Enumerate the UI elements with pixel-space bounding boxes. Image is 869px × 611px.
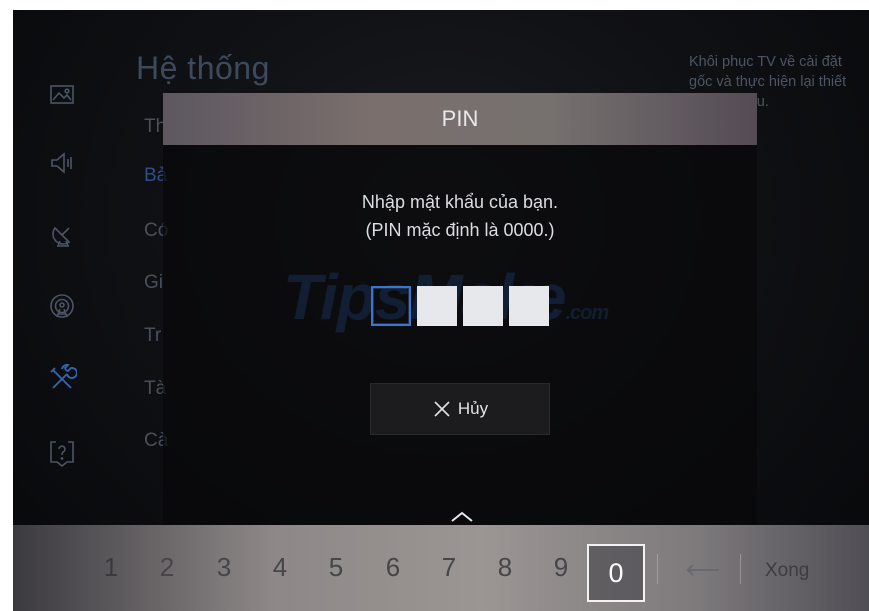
tools-icon bbox=[47, 364, 77, 394]
key-1[interactable]: 1 bbox=[91, 552, 131, 583]
pin-digit-1[interactable] bbox=[371, 286, 411, 326]
support-icon bbox=[47, 438, 77, 468]
key-9[interactable]: 9 bbox=[541, 552, 581, 583]
cancel-label: Hủy bbox=[457, 399, 489, 418]
key-7[interactable]: 7 bbox=[429, 552, 469, 583]
pin-digit-4[interactable] bbox=[509, 286, 549, 326]
keypad-divider bbox=[740, 554, 741, 584]
pin-digit-3[interactable] bbox=[463, 286, 503, 326]
key-4[interactable]: 4 bbox=[260, 552, 300, 583]
done-button[interactable]: Xong bbox=[765, 560, 809, 582]
pin-digit-2[interactable] bbox=[417, 286, 457, 326]
tv-screen: Hệ thống Thời gian Bả Có Gi Tr Tà Cà Khô… bbox=[13, 10, 869, 611]
cancel-button[interactable]: Hủy bbox=[370, 383, 550, 435]
numeric-keypad: 1 2 3 4 5 6 7 8 9 0 Xong bbox=[13, 525, 869, 611]
chevron-up-icon[interactable] bbox=[450, 510, 474, 524]
menu-item: Gi bbox=[144, 272, 163, 293]
backspace-icon[interactable] bbox=[685, 563, 721, 577]
key-3[interactable]: 3 bbox=[204, 552, 244, 583]
menu-item: Tr bbox=[144, 325, 162, 346]
key-0[interactable]: 0 bbox=[587, 544, 645, 602]
key-2[interactable]: 2 bbox=[147, 552, 187, 583]
key-8[interactable]: 8 bbox=[485, 552, 525, 583]
system-menu-title: Hệ thống bbox=[136, 50, 270, 86]
key-5[interactable]: 5 bbox=[316, 552, 356, 583]
key-6[interactable]: 6 bbox=[373, 552, 413, 583]
network-icon bbox=[47, 292, 77, 322]
pin-dialog-title: PIN bbox=[163, 93, 757, 145]
close-icon bbox=[434, 401, 450, 417]
broadcast-icon bbox=[47, 220, 77, 250]
sound-icon bbox=[47, 148, 77, 178]
pin-prompt-line2: (PIN mặc định là 0000.) bbox=[365, 220, 555, 240]
picture-icon bbox=[47, 80, 77, 110]
keypad-divider bbox=[657, 554, 658, 584]
pin-prompt-line1: Nhập mật khẩu của bạn. bbox=[361, 192, 559, 212]
